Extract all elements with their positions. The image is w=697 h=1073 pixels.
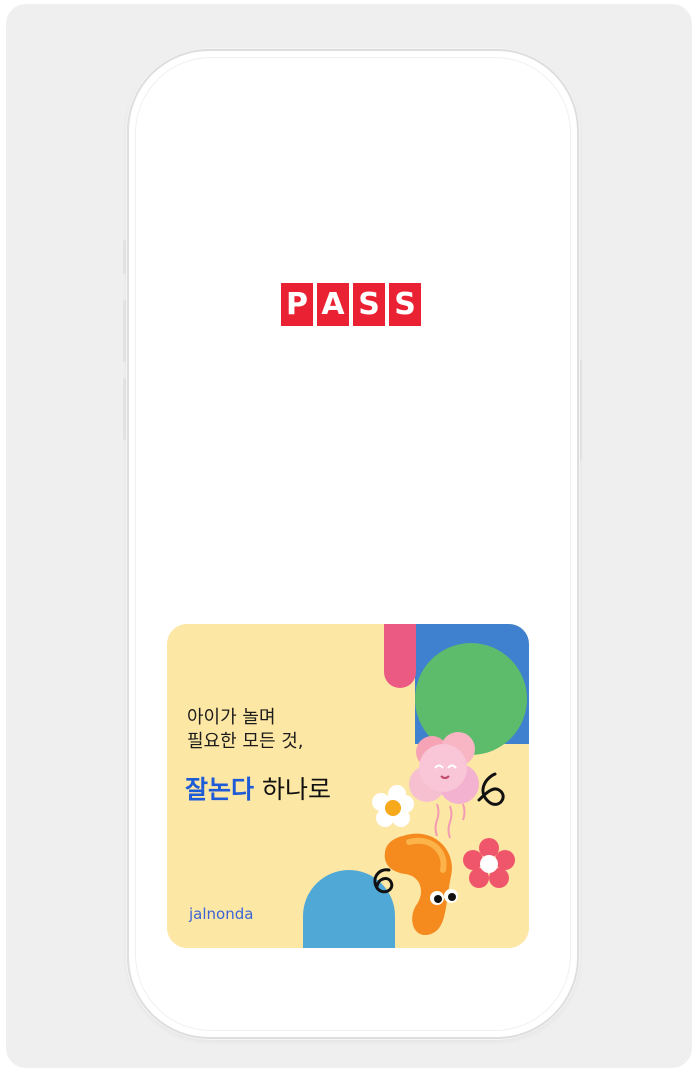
phone-side-button-volume-up	[123, 300, 126, 362]
banner-tagline: 아이가 놀며 필요한 모든 것,	[187, 706, 304, 754]
pass-logo: P A S S	[281, 283, 421, 326]
logo-letter: A	[317, 283, 349, 326]
cloud-character-icon	[409, 732, 479, 839]
orange-worm-character-icon	[384, 833, 458, 936]
white-flower-icon	[372, 785, 414, 827]
headline-accent: 잘논다	[185, 775, 255, 804]
headline-rest: 하나로	[254, 775, 331, 804]
blue-arch-bottom	[303, 870, 395, 948]
banner-headline: 잘논다 하나로	[185, 774, 331, 806]
logo-letter: S	[353, 283, 385, 326]
tagline-line: 필요한 모든 것,	[187, 731, 304, 752]
tagline-line: 아이가 놀며	[187, 707, 276, 728]
red-flower-icon	[463, 838, 515, 888]
logo-letter: S	[389, 283, 421, 326]
phone-side-button-mute	[123, 240, 126, 274]
pink-bar-top	[384, 624, 416, 644]
squiggle-right-icon	[477, 772, 505, 806]
ad-banner[interactable]: 아이가 놀며 필요한 모든 것, 잘논다 하나로 jalnonda	[167, 624, 529, 948]
logo-letter: P	[281, 283, 313, 326]
phone-side-button-power	[579, 360, 582, 460]
phone-side-button-volume-down	[123, 378, 126, 440]
brand-logo: jalnonda	[189, 905, 254, 923]
